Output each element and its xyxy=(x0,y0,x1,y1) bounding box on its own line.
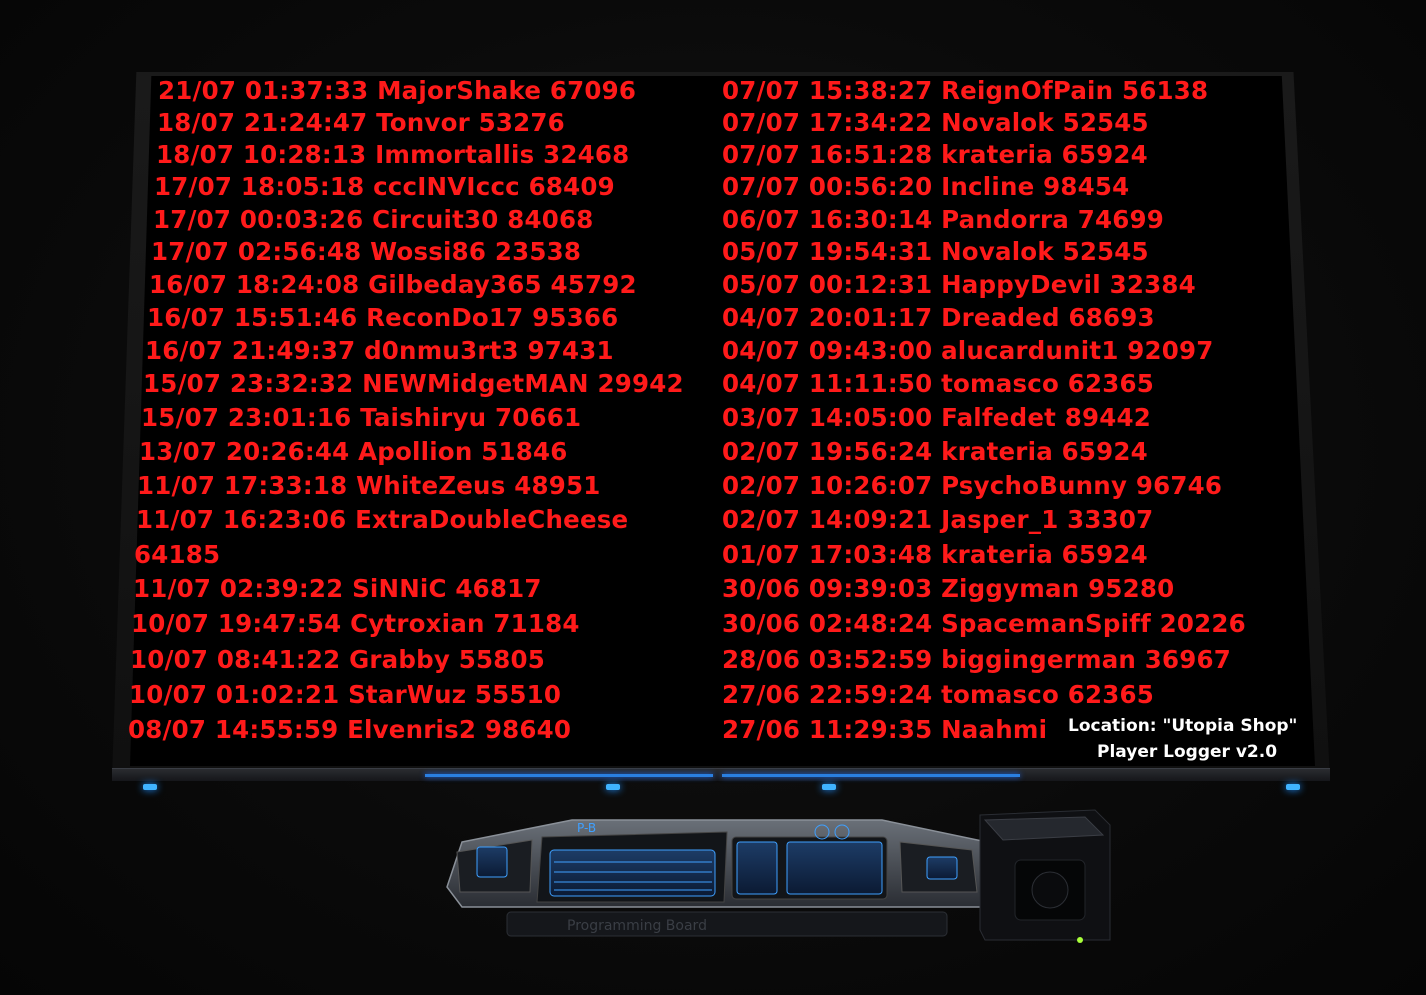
log-entry: 04/07 09:43:00 alucardunit1 92097 xyxy=(722,336,1214,365)
log-entry: 18/07 10:28:13 Immortallis 32468 xyxy=(156,140,630,169)
keyboard-panel[interactable] xyxy=(549,849,716,897)
log-entry: 07/07 17:34:22 Novalok 52545 xyxy=(722,108,1149,137)
fan-icon xyxy=(1031,871,1069,909)
location-label: Location: "Utopia Shop" xyxy=(1068,716,1298,736)
log-entry: 10/07 01:02:21 StarWuz 55510 xyxy=(129,680,562,709)
slider-panel[interactable] xyxy=(736,841,778,895)
programming-board[interactable]: Programming Board P-B xyxy=(442,812,1007,938)
log-entry: 05/07 19:54:31 Novalok 52545 xyxy=(722,237,1149,266)
status-light xyxy=(143,784,157,790)
log-entry: 30/06 09:39:03 Ziggyman 95280 xyxy=(722,574,1175,603)
log-entry: 28/06 03:52:59 biggingerman 36967 xyxy=(722,645,1232,674)
screen-bezel xyxy=(112,768,1330,781)
power-led xyxy=(1077,937,1083,943)
core-unit[interactable] xyxy=(975,805,1115,945)
log-entry: 11/07 02:39:22 SiNNiC 46817 xyxy=(133,574,542,603)
status-light xyxy=(1286,784,1300,790)
board-badge: P-B xyxy=(577,821,596,835)
light-strip xyxy=(722,774,1020,777)
log-entry: 06/07 16:30:14 Pandorra 74699 xyxy=(722,205,1164,234)
logger-version-label: Player Logger v2.0 xyxy=(1097,742,1278,762)
log-entry: 07/07 00:56:20 Incline 98454 xyxy=(722,172,1130,201)
log-entry: 10/07 08:41:22 Grabby 55805 xyxy=(130,645,546,674)
log-entry: 05/07 00:12:31 HappyDevil 32384 xyxy=(722,270,1196,299)
log-entry: 27/06 11:29:35 Naahmi xyxy=(722,715,1048,744)
log-entry: 17/07 00:03:26 Circuit30 84068 xyxy=(153,205,594,234)
log-entry: 15/07 23:01:16 Taishiryu 70661 xyxy=(141,403,582,432)
log-entry: 16/07 21:49:37 d0nmu3rt3 97431 xyxy=(145,336,614,365)
log-entry: 07/07 15:38:27 ReignOfPain 56138 xyxy=(722,76,1209,105)
log-entry: 64185 xyxy=(134,540,221,569)
log-entry: 07/07 16:51:28 krateria 65924 xyxy=(722,140,1148,169)
log-entry: 13/07 20:26:44 Apollion 51846 xyxy=(139,437,568,466)
log-entry: 11/07 17:33:18 WhiteZeus 48951 xyxy=(137,471,601,500)
log-entry: 17/07 02:56:48 Wossi86 23538 xyxy=(151,237,582,266)
log-entry: 18/07 21:24:47 Tonvor 53276 xyxy=(157,108,565,137)
log-entry: 15/07 23:32:32 NEWMidgetMAN 29942 xyxy=(143,369,684,398)
log-entry: 08/07 14:55:59 Elvenris2 98640 xyxy=(128,715,572,744)
status-light xyxy=(606,784,620,790)
log-entry: 30/06 02:48:24 SpacemanSpiff 20226 xyxy=(722,609,1246,638)
log-entry: 16/07 15:51:46 ReconDo17 95366 xyxy=(147,303,619,332)
log-entry: 17/07 18:05:18 cccINVIccc 68409 xyxy=(154,172,615,201)
log-entry: 01/07 17:03:48 krateria 65924 xyxy=(722,540,1148,569)
log-entry: 04/07 20:01:17 Dreaded 68693 xyxy=(722,303,1155,332)
button-pad[interactable] xyxy=(926,856,958,880)
log-entry: 21/07 01:37:33 MajorShake 67096 xyxy=(158,76,637,105)
log-entry: 10/07 19:47:54 Cytroxian 71184 xyxy=(131,609,580,638)
log-entry: 27/06 22:59:24 tomasco 62365 xyxy=(722,680,1154,709)
keypad-panel[interactable] xyxy=(786,841,883,895)
log-entry: 03/07 14:05:00 Falfedet 89442 xyxy=(722,403,1152,432)
log-entry: 04/07 11:11:50 tomasco 62365 xyxy=(722,369,1154,398)
light-strip xyxy=(425,774,713,777)
log-entry: 02/07 14:09:21 Jasper_1 33307 xyxy=(722,505,1154,534)
display-pad xyxy=(476,846,508,878)
log-entry: 02/07 10:26:07 PsychoBunny 96746 xyxy=(722,471,1223,500)
board-label: Programming Board xyxy=(567,918,707,934)
log-entry: 16/07 18:24:08 Gilbeday365 45792 xyxy=(149,270,637,299)
log-entry: 11/07 16:23:06 ExtraDoubleCheese xyxy=(136,505,629,534)
game-scene: 21/07 01:37:33 MajorShake 67096 18/07 21… xyxy=(0,0,1426,995)
status-light xyxy=(822,784,836,790)
log-entry: 02/07 19:56:24 krateria 65924 xyxy=(722,437,1148,466)
